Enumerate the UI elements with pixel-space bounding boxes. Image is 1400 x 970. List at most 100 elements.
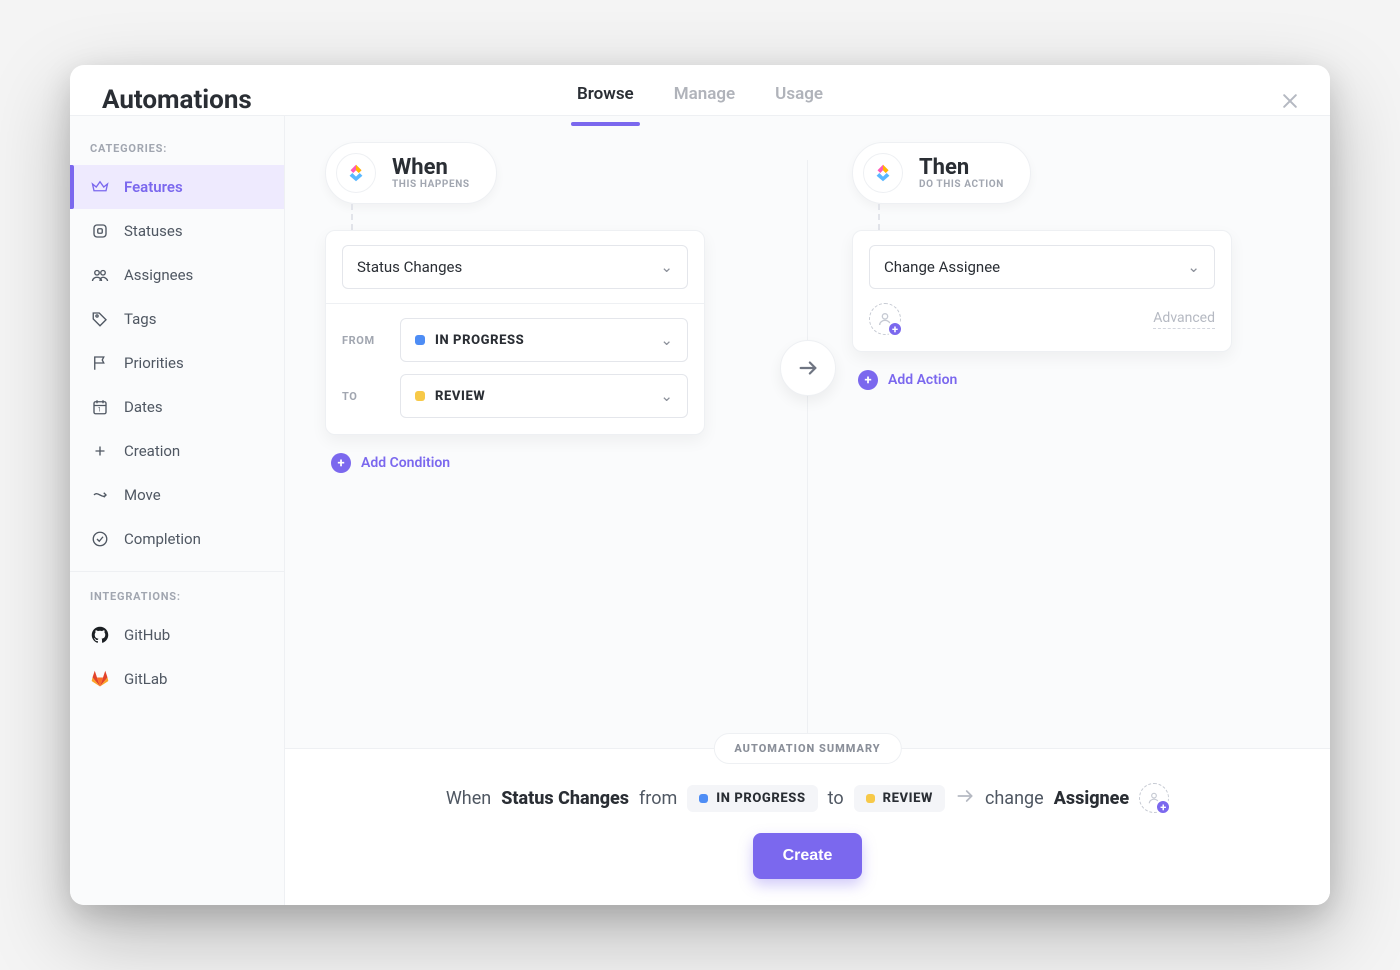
create-button[interactable]: Create (753, 833, 863, 879)
when-column: When THIS HAPPENS Status Changes ⌄ FROM (321, 142, 807, 748)
to-status-value: REVIEW (435, 389, 485, 404)
summary-when-word: When (446, 788, 491, 809)
summary-change-word: change (985, 788, 1044, 809)
from-status-value: IN PROGRESS (435, 333, 524, 348)
plus-icon: + (331, 453, 351, 473)
summary-trigger: Status Changes (501, 788, 629, 809)
connector-line (351, 204, 807, 230)
sidebar-item-assignees[interactable]: Assignees (70, 253, 284, 297)
status-icon (90, 221, 110, 241)
from-row: FROM IN PROGRESS ⌄ (342, 318, 688, 362)
sidebar-item-statuses[interactable]: Statuses (70, 209, 284, 253)
chevron-down-icon: ⌄ (1187, 258, 1200, 276)
tag-icon (90, 309, 110, 329)
crown-icon (90, 177, 110, 197)
plus-square-icon (90, 441, 110, 461)
calendar-icon: 1 (90, 397, 110, 417)
add-action-button[interactable]: + Add Action (858, 370, 1294, 390)
move-icon (90, 485, 110, 505)
close-icon (1280, 91, 1300, 111)
to-status-select[interactable]: REVIEW ⌄ (400, 374, 688, 418)
sidebar-item-github[interactable]: GitHub (70, 613, 284, 657)
plus-badge-icon: + (887, 321, 903, 337)
summary-to-status: REVIEW (883, 791, 933, 806)
summary-line: When Status Changes from IN PROGRESS to … (446, 783, 1169, 813)
sidebar-item-tags[interactable]: Tags (70, 297, 284, 341)
main: When THIS HAPPENS Status Changes ⌄ FROM (285, 116, 1330, 905)
sidebar-item-label: Assignees (124, 266, 193, 284)
trigger-value: Status Changes (357, 258, 462, 276)
add-condition-button[interactable]: + Add Condition (331, 453, 807, 473)
plus-icon: + (858, 370, 878, 390)
summary-from-word: from (639, 788, 677, 809)
sidebar-item-label: Priorities (124, 354, 184, 372)
sidebar-item-completion[interactable]: Completion (70, 517, 284, 561)
arrow-right-icon (955, 786, 975, 811)
automation-summary: AUTOMATION SUMMARY When Status Changes f… (285, 748, 1330, 905)
sidebar-item-features[interactable]: Features (70, 165, 284, 209)
then-subtitle: DO THIS ACTION (919, 179, 1004, 190)
gitlab-icon (90, 669, 110, 689)
integrations-heading: INTEGRATIONS: (70, 582, 284, 613)
summary-assignee-picker[interactable]: + (1139, 783, 1169, 813)
close-button[interactable] (1276, 87, 1304, 115)
sidebar-item-label: Features (124, 178, 183, 196)
sidebar-item-dates[interactable]: 1 Dates (70, 385, 284, 429)
from-status-select[interactable]: IN PROGRESS ⌄ (400, 318, 688, 362)
arrow-right-icon (797, 357, 819, 379)
sidebar-item-label: Dates (124, 398, 163, 416)
sidebar-item-label: Move (124, 486, 161, 504)
modal-title: Automations (102, 85, 252, 115)
card-divider (326, 303, 704, 304)
assignee-picker[interactable]: + (869, 303, 901, 335)
automations-modal: Automations Browse Manage Usage CATEGORI… (70, 65, 1330, 905)
status-color-dot (415, 391, 425, 401)
add-action-label: Add Action (888, 372, 957, 388)
sidebar-item-gitlab[interactable]: GitLab (70, 657, 284, 701)
sidebar-item-label: Tags (124, 310, 156, 328)
action-select[interactable]: Change Assignee ⌄ (869, 245, 1215, 289)
to-row: TO REVIEW ⌄ (342, 374, 688, 418)
summary-from-status: IN PROGRESS (716, 791, 805, 806)
sidebar-item-priorities[interactable]: Priorities (70, 341, 284, 385)
sidebar-item-label: Completion (124, 530, 201, 548)
clickup-logo-icon (336, 153, 376, 193)
categories-heading: CATEGORIES: (70, 134, 284, 165)
canvas: When THIS HAPPENS Status Changes ⌄ FROM (285, 116, 1330, 748)
status-color-dot (866, 794, 875, 803)
summary-badge: AUTOMATION SUMMARY (713, 733, 901, 764)
svg-text:1: 1 (98, 407, 101, 414)
summary-target: Assignee (1054, 788, 1129, 809)
summary-to-word: to (828, 788, 844, 809)
arrow-circle (780, 340, 836, 396)
when-pill: When THIS HAPPENS (325, 142, 497, 204)
flag-icon (90, 353, 110, 373)
advanced-link[interactable]: Advanced (1153, 310, 1215, 329)
assignee-row: + Advanced (869, 303, 1215, 335)
chevron-down-icon: ⌄ (660, 387, 673, 405)
sidebar-item-move[interactable]: Move (70, 473, 284, 517)
chevron-down-icon: ⌄ (660, 258, 673, 276)
plus-badge-icon: + (1155, 799, 1171, 815)
check-circle-icon (90, 529, 110, 549)
sidebar-divider (70, 571, 284, 572)
summary-from-chip: IN PROGRESS (687, 785, 817, 812)
chevron-down-icon: ⌄ (660, 331, 673, 349)
clickup-logo-icon (863, 153, 903, 193)
when-card: Status Changes ⌄ FROM IN PROGRESS (325, 230, 705, 435)
add-condition-label: Add Condition (361, 455, 450, 471)
trigger-select[interactable]: Status Changes ⌄ (342, 245, 688, 289)
sidebar-item-label: GitHub (124, 626, 170, 644)
from-label: FROM (342, 334, 386, 347)
to-label: TO (342, 390, 386, 403)
sidebar-item-label: Statuses (124, 222, 183, 240)
github-icon (90, 625, 110, 645)
when-title: When (392, 156, 470, 179)
then-card: Change Assignee ⌄ + Advance (852, 230, 1232, 352)
when-subtitle: THIS HAPPENS (392, 179, 470, 190)
people-icon (90, 265, 110, 285)
connector-line (878, 204, 1294, 230)
sidebar-item-label: Creation (124, 442, 180, 460)
sidebar-item-creation[interactable]: Creation (70, 429, 284, 473)
status-color-dot (415, 335, 425, 345)
